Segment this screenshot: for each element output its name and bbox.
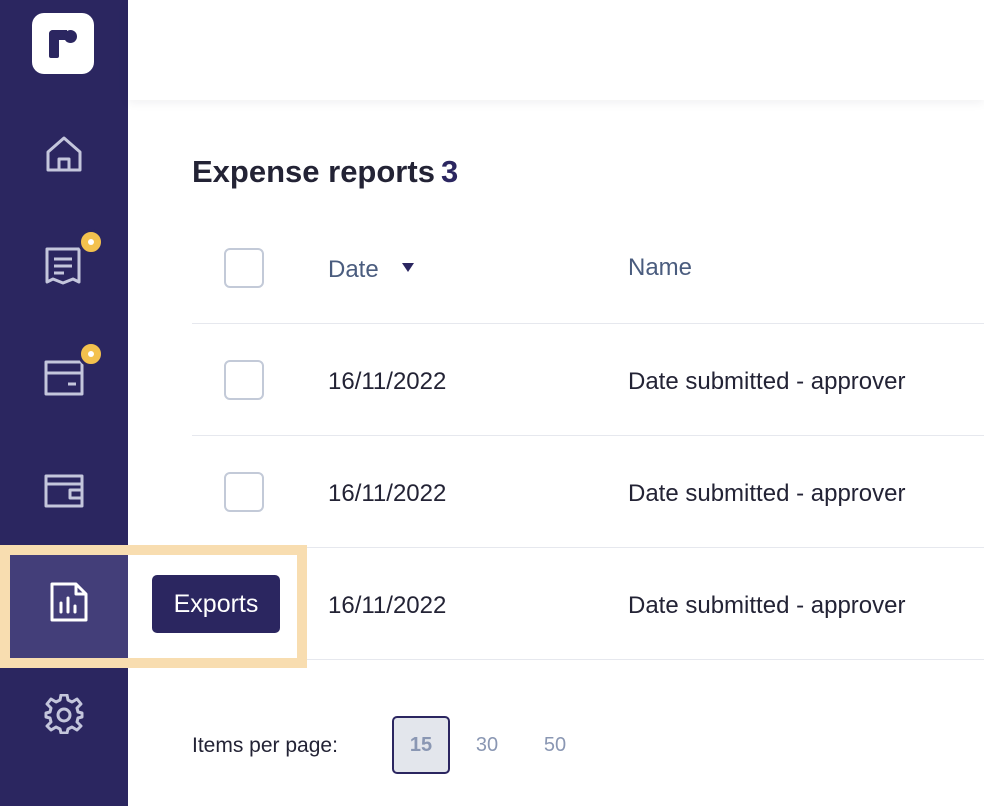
column-header-date[interactable]: Date bbox=[328, 256, 379, 284]
page-title-text: Expense reports bbox=[192, 154, 435, 189]
select-all-checkbox[interactable] bbox=[224, 248, 264, 288]
card-icon bbox=[44, 360, 84, 396]
row-name[interactable]: Date submitted - approver bbox=[628, 368, 905, 396]
page-size-option-30[interactable]: 30 bbox=[458, 716, 516, 774]
sidebar bbox=[0, 0, 128, 806]
row-divider bbox=[192, 659, 984, 660]
sort-descending-icon[interactable] bbox=[402, 263, 414, 272]
home-icon bbox=[46, 136, 82, 172]
page-size-option-50[interactable]: 50 bbox=[526, 716, 584, 774]
cards-notification-badge bbox=[78, 341, 104, 367]
row-checkbox[interactable] bbox=[224, 360, 264, 400]
sidebar-item-cards[interactable] bbox=[0, 322, 128, 434]
sidebar-item-wallet[interactable] bbox=[0, 434, 128, 546]
sidebar-item-receipts[interactable] bbox=[0, 210, 128, 322]
report-count: 3 bbox=[440, 154, 459, 189]
report-chart-icon bbox=[50, 582, 88, 622]
top-bar bbox=[128, 0, 984, 100]
sidebar-item-home[interactable] bbox=[0, 98, 128, 210]
row-date: 16/11/2022 bbox=[328, 480, 447, 507]
app-logo[interactable] bbox=[32, 13, 94, 74]
sidebar-item-exports[interactable] bbox=[10, 546, 128, 658]
logo-mark-dot bbox=[64, 30, 77, 43]
row-date: 16/11/2022 bbox=[328, 592, 447, 619]
row-divider bbox=[192, 323, 984, 324]
page-title: Expense reports 3 bbox=[192, 154, 458, 190]
column-header-name[interactable]: Name bbox=[628, 254, 692, 282]
page-size-option-15[interactable]: 15 bbox=[392, 716, 450, 774]
row-name[interactable]: Date submitted - approver bbox=[628, 592, 905, 620]
row-divider bbox=[192, 547, 984, 548]
row-name[interactable]: Date submitted - approver bbox=[628, 480, 905, 508]
gear-icon bbox=[44, 694, 84, 734]
row-divider bbox=[192, 435, 984, 436]
wallet-icon bbox=[44, 474, 84, 508]
exports-tooltip: Exports bbox=[152, 575, 280, 633]
receipts-notification-badge bbox=[78, 229, 104, 255]
row-checkbox[interactable] bbox=[224, 472, 264, 512]
items-per-page-label: Items per page: bbox=[192, 734, 338, 757]
row-date: 16/11/2022 bbox=[328, 368, 447, 395]
sidebar-item-settings[interactable] bbox=[0, 658, 128, 770]
receipt-icon bbox=[45, 247, 81, 285]
